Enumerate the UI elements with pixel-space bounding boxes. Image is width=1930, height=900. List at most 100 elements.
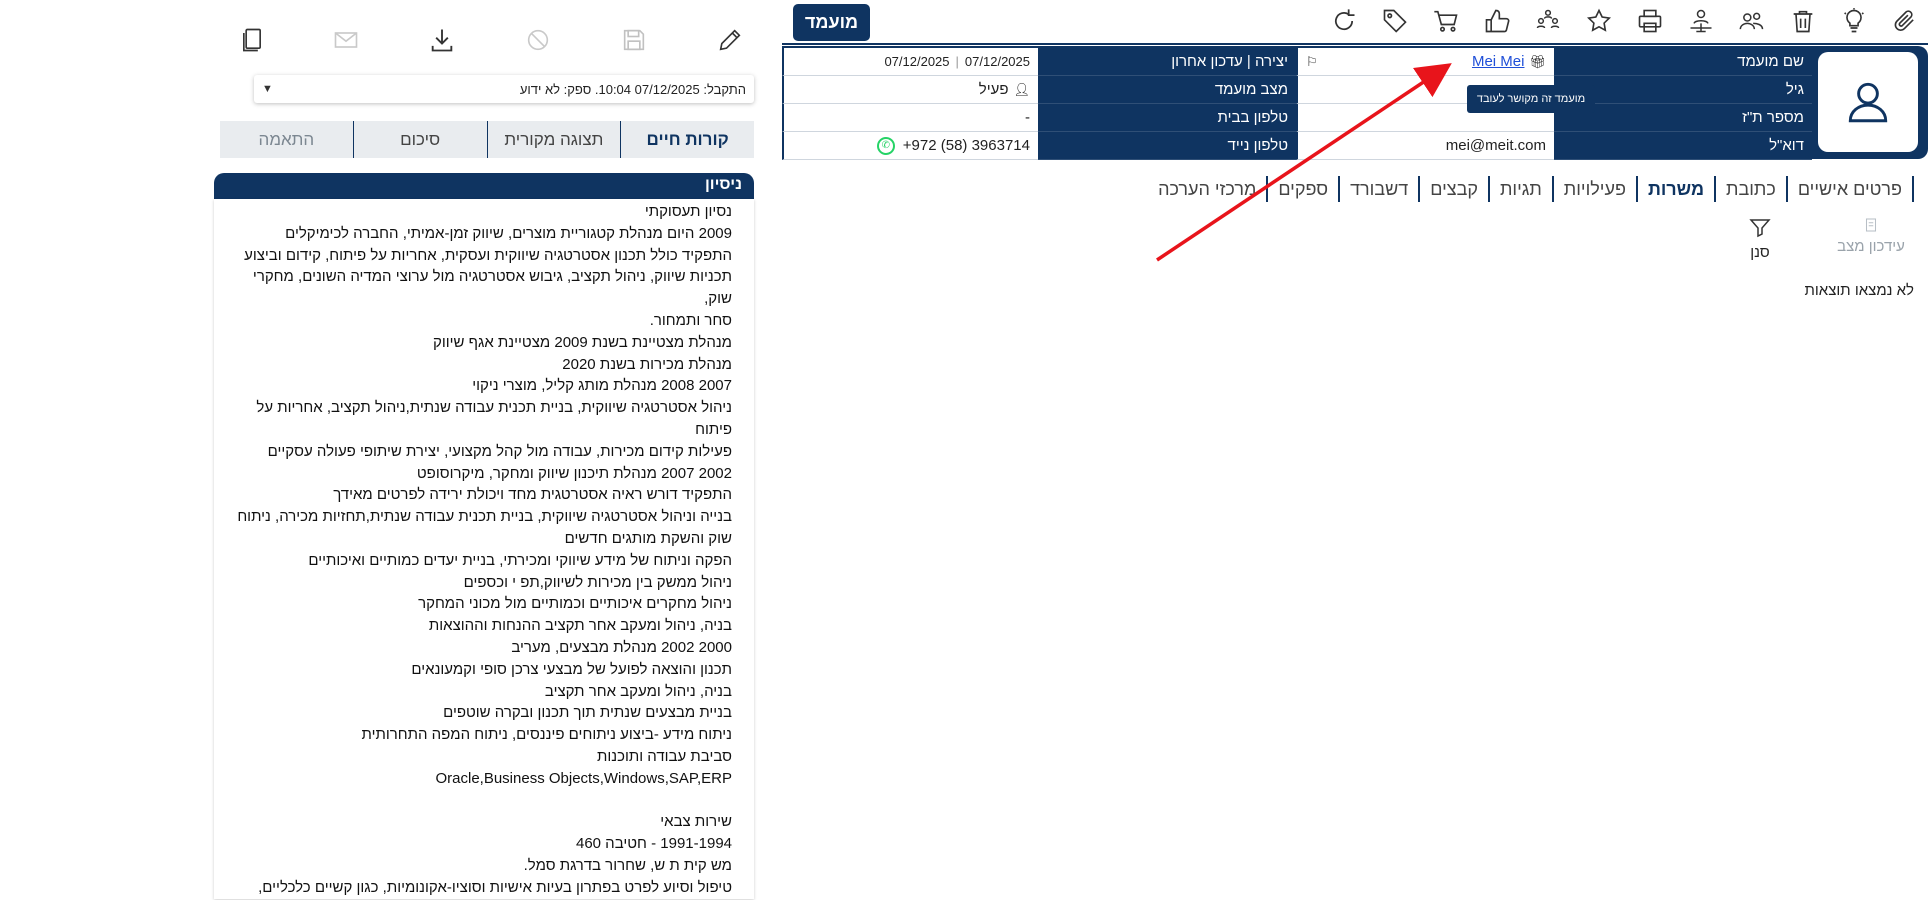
tab-assessment-centers[interactable]: מרכזי הערכה	[1148, 176, 1269, 202]
mobile-phone-value: +972 (58) 3963714 ✆	[782, 132, 1038, 160]
email-value[interactable]: mei@meit.com	[1296, 132, 1554, 160]
delete-button[interactable]	[1777, 2, 1828, 40]
experience-line: תכנון והוצאה לפועל של מבצעי צרכן סופי וק…	[411, 660, 732, 678]
experience-line: מש קית ת ש, שחרור בדרגת סמל.	[523, 856, 732, 874]
experience-line: סביבת עבודה ותוכנות	[596, 747, 732, 765]
tab-address[interactable]: כתובת	[1716, 176, 1788, 202]
candidate-button[interactable]: מועמד	[793, 4, 870, 41]
favorite-button[interactable]	[1573, 2, 1624, 40]
tag-icon	[1383, 9, 1407, 33]
print-button[interactable]	[1624, 2, 1675, 40]
tab-tags[interactable]: תגיות	[1490, 176, 1554, 202]
tab-jobs[interactable]: משרות	[1638, 176, 1717, 202]
people-group-icon	[1536, 9, 1559, 29]
save-button[interactable]	[616, 20, 652, 60]
thumbs-up-icon	[1485, 9, 1509, 33]
download-button[interactable]	[424, 20, 460, 60]
experience-line: ניהול אסטרטגיה שיווקית, בניית תכנית עבוד…	[256, 399, 732, 417]
resume-toolbar	[214, 20, 754, 60]
tab-activities[interactable]: פעילויות	[1554, 176, 1638, 202]
experience-line: שירות צבאי	[660, 813, 732, 831]
experience-line: נסיון תעסוקתי	[644, 203, 732, 220]
like-button[interactable]	[1471, 2, 1522, 40]
status-update-label: עידכון מצב	[1837, 238, 1905, 255]
email-button[interactable]	[328, 20, 364, 60]
created-updated-value: 07/12/2025 | 07/12/2025	[782, 48, 1038, 76]
header-divider	[782, 43, 1928, 45]
assign-users-button[interactable]	[1726, 2, 1777, 40]
block-icon	[527, 29, 549, 51]
whatsapp-icon[interactable]: ✆	[876, 136, 895, 155]
block-button[interactable]	[520, 20, 556, 60]
tag-button[interactable]	[1369, 2, 1420, 40]
person-icon: 👤︎	[1013, 81, 1030, 97]
received-info-dropdown[interactable]: התקבל: 07/12/2025 10:04. ספק: לא ידוע ▼	[254, 75, 754, 103]
tab-summary[interactable]: סיכום	[352, 121, 487, 158]
refresh-icon	[1334, 9, 1354, 31]
received-info-text: התקבל: 07/12/2025 10:04. ספק: לא ידוע	[519, 81, 746, 97]
envelope-icon	[334, 32, 358, 48]
experience-title: ניסיון	[214, 173, 754, 199]
tab-original-view[interactable]: תצוגה מקורית	[486, 121, 621, 158]
experience-line: הפקה וניתוח של מידע שיווקי ומכירתי, בניי…	[308, 551, 732, 569]
experience-line: שוק והשקת מותגים חדשים	[564, 529, 732, 547]
employee-link-icon: 🎁︎	[1529, 53, 1546, 69]
experience-line: 2002 2007 מנהלת תיכנון שיווק ומחקר, מיקר…	[416, 464, 732, 482]
experience-line: 2000 2002 מנהלת מבצעים, מעריב	[511, 638, 732, 656]
candidate-header: מועמד	[780, 0, 1930, 42]
employee-link-tooltip: מועמד זה מקושר לעובד	[1467, 85, 1595, 113]
cart-icon	[1433, 10, 1458, 32]
candidate-status-label: מצב מועמד	[1038, 76, 1296, 104]
resume-pane: התקבל: 07/12/2025 10:04. ספק: לא ידוע ▼ …	[214, 0, 754, 900]
experience-text[interactable]: נסיון תעסוקתי 2009 היום מנהלת קטגוריית מו…	[214, 199, 754, 899]
tab-resume[interactable]: קורות חיים	[620, 121, 754, 158]
created-updated-label: יצירה | עדכון אחרון	[1038, 48, 1296, 76]
email-label: דוא"ל	[1554, 132, 1812, 160]
share-button[interactable]	[1675, 2, 1726, 40]
experience-section: ניסיון נסיון תעסוקתי 2009 היום מנהלת קטגו…	[214, 173, 754, 900]
candidate-status-value: 👤︎ פעיל	[782, 76, 1038, 104]
candidate-name-label: שם מועמד	[1554, 48, 1812, 76]
experience-line: ניהול ממשק בין מכירות לשיווק,תפ י וכספים	[463, 573, 732, 591]
status-text: פעיל	[978, 81, 1009, 98]
person-share-icon	[1690, 9, 1711, 33]
experience-line: ניתוח מידע -ביצוע ניתוחים פיננסים, ניתוח…	[361, 726, 733, 744]
experience-line: טיפול וסיוע לפרט בפתרון בעיות אישיות וסו…	[258, 878, 732, 896]
experience-line	[236, 790, 732, 812]
star-icon	[1586, 8, 1611, 32]
avatar[interactable]	[1818, 52, 1918, 152]
status-update-button[interactable]: עידכון מצב	[1828, 216, 1914, 272]
tab-files[interactable]: קבצים	[1420, 176, 1490, 202]
candidate-name-link[interactable]: Mei Mei	[1472, 53, 1525, 70]
experience-line: מנהלת מצטיינת בשנת 2009 מצטיינת אגף שיוו…	[432, 333, 732, 351]
date-updated: 07/12/2025	[884, 54, 950, 69]
group-button[interactable]	[1522, 2, 1573, 40]
filter-button[interactable]: סנן	[1740, 216, 1780, 272]
tab-suppliers[interactable]: ספקים	[1268, 176, 1341, 202]
cart-button[interactable]	[1420, 2, 1471, 40]
experience-line: 2009 היום מנהלת קטגוריית מוצרים, שיווק ז…	[285, 224, 732, 242]
paperclip-icon	[1894, 10, 1914, 31]
refresh-button[interactable]	[1318, 2, 1369, 40]
home-phone-value: -	[782, 104, 1038, 132]
tab-match[interactable]: התאמה	[220, 121, 353, 158]
edit-button[interactable]	[712, 20, 748, 60]
tip-button[interactable]	[1828, 2, 1879, 40]
flag-icon[interactable]: ⚐	[1306, 54, 1318, 70]
tab-personal-details[interactable]: פרטים אישיים	[1788, 176, 1914, 202]
chevron-down-icon: ▼	[262, 83, 273, 95]
lightbulb-icon	[1843, 8, 1864, 33]
experience-line: תכניות שיווק, ניהול תקציב, גיבוש אסטרטגי…	[252, 268, 732, 308]
mobile-phone-text: +972 (58) 3963714	[902, 137, 1030, 154]
candidate-section-tabs: פרטים אישיים כתובת משרות פעילויות תגיות …	[1148, 176, 1914, 202]
pencil-icon	[719, 29, 741, 51]
attach-button[interactable]	[1879, 2, 1930, 40]
experience-line: מנהלת מכירות בשנת 2020	[562, 355, 732, 373]
copy-button[interactable]	[234, 20, 270, 60]
user-avatar-icon	[1848, 82, 1888, 123]
filter-label: סנן	[1750, 244, 1770, 261]
experience-line: פיתוח	[695, 420, 732, 438]
experience-line: התפקיד כולל תכנון אסטרטגיה שיווקית ועסקי…	[244, 246, 732, 264]
experience-line: בנייה וניהול אסטרטגיה שיווקית, בניית תכנ…	[237, 508, 732, 526]
tab-dashboard[interactable]: דשבורד	[1340, 176, 1421, 202]
